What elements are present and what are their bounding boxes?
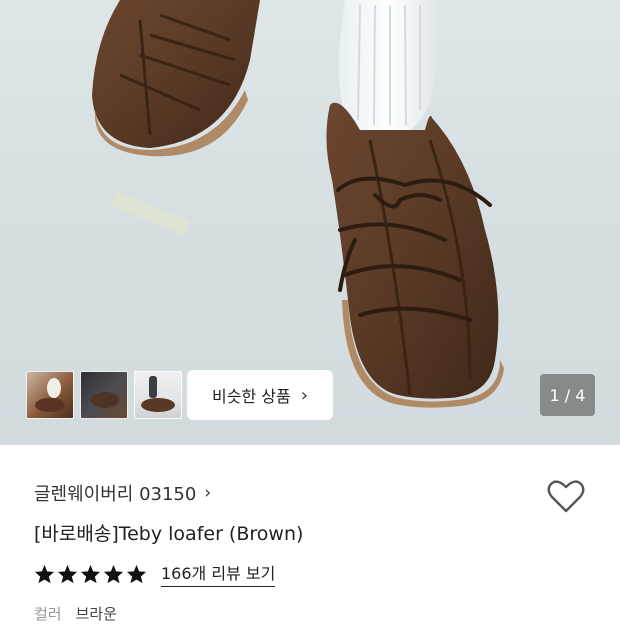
star-icon [34, 564, 55, 583]
thumbnail-3[interactable] [134, 371, 182, 419]
option-row: 컬러 브라운 [34, 603, 117, 624]
similar-products-label: 비슷한 상품 [212, 387, 291, 406]
option-value: 브라운 [75, 605, 118, 623]
chevron-right-icon: › [300, 384, 308, 406]
star-icon [80, 564, 101, 583]
product-title: [바로배송]Teby loafer (Brown) [34, 523, 304, 545]
chevron-right-icon: › [204, 483, 212, 503]
review-link[interactable]: 166개 리뷰 보기 [161, 560, 276, 587]
star-rating [34, 564, 147, 584]
star-icon [103, 564, 124, 583]
thumbnail-strip [26, 371, 182, 419]
rating-row: 166개 리뷰 보기 [34, 560, 276, 587]
thumbnail-1[interactable] [26, 371, 74, 419]
similar-products-button[interactable]: 비슷한 상품 › [187, 370, 333, 420]
star-icon [126, 564, 147, 583]
heart-icon[interactable] [547, 478, 585, 514]
option-key: 컬러 [34, 605, 62, 623]
product-image[interactable]: 비슷한 상품 › 1 / 4 [0, 0, 620, 445]
image-counter: 1 / 4 [540, 374, 595, 416]
thumbnail-2[interactable] [80, 371, 128, 419]
star-icon [57, 564, 78, 583]
brand-name: 글렌웨이버리 03150 [34, 484, 197, 505]
brand-link[interactable]: 글렌웨이버리 03150 › [34, 480, 211, 506]
product-info: 글렌웨이버리 03150 › [바로배송]Teby loafer (Brown)… [0, 445, 620, 623]
